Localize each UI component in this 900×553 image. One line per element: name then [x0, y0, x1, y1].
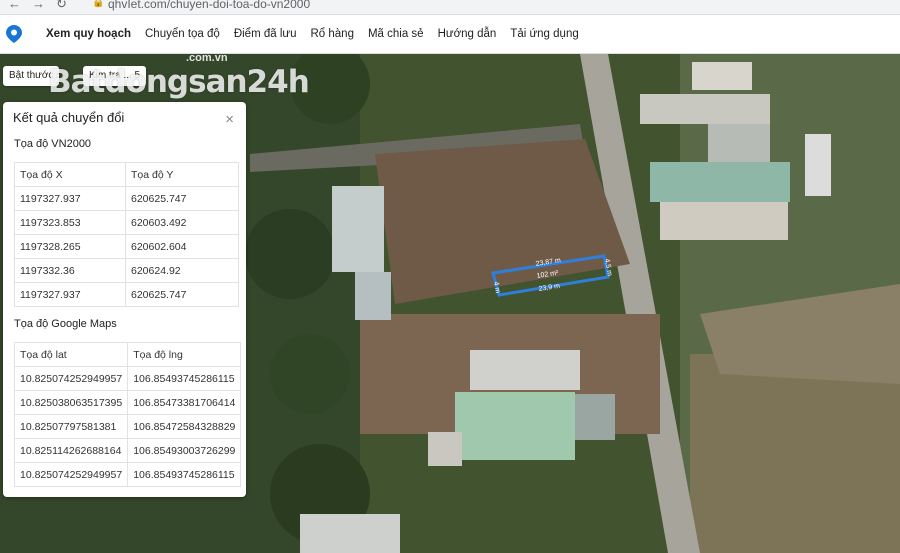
conversion-result-panel: Kết quả chuyển đổi × Tọa độ VN2000 Tọa đ… [3, 102, 246, 497]
y-cell: 620625.747 [125, 282, 239, 307]
reload-icon[interactable]: ↻ [56, 0, 67, 12]
table-row: 1197323.853 620603.492 [14, 210, 239, 235]
y-cell: 620603.492 [125, 210, 239, 235]
back-arrow-icon[interactable]: ← [8, 0, 21, 11]
column-header: Tọa độ Y [125, 162, 239, 187]
table-row: 10.825074252949957 106.85493745286115 [13, 462, 242, 487]
table-row: 10.825114262688164 106.85493003726299 [13, 438, 242, 463]
lock-icon: 🔒 [92, 0, 105, 8]
lat-cell: 10.825114262688164 [13, 438, 129, 463]
plot-right-dimension: 4,5 m [603, 258, 613, 277]
column-header: Tọa độ X [14, 162, 126, 187]
lng-cell: 106.85493745286115 [127, 366, 242, 391]
column-header: Tọa độ lat [13, 342, 129, 367]
lng-cell: 106.85473381706414 [127, 390, 242, 415]
browser-address-bar: ← → ↻ 🔒 qhvIet.com/chuyen-doi-toa-do-vn2… [0, 0, 900, 15]
x-cell: 1197327.937 [14, 282, 126, 307]
plot-bottom-dimension: 23,9 m [538, 283, 560, 293]
watermark-domain: .com.vn [186, 52, 228, 64]
x-cell: 1197328.265 [14, 234, 126, 259]
gmaps-section-title: Tọa độ Google Maps [14, 318, 117, 330]
menu-ro-hang[interactable]: Rổ hàng [310, 28, 353, 40]
plot-area-label: 102 m² [536, 270, 559, 280]
table-row: 1197327.937 620625.747 [14, 282, 239, 307]
lng-cell: 106.85493003726299 [127, 438, 242, 463]
gmaps-table: Tọa độ lat Tọa độ lng 10.825074252949957… [13, 342, 242, 487]
menu-ma-chia-se[interactable]: Mã chia sẻ [368, 28, 424, 40]
url-text[interactable]: qhvIet.com/chuyen-doi-toa-do-vn2000 [108, 0, 310, 11]
y-cell: 620602.604 [125, 234, 239, 259]
lng-cell: 106.85472584328829 [127, 414, 242, 439]
menu-diem-da-luu[interactable]: Điểm đã lưu [234, 28, 297, 40]
x-cell: 1197327.937 [14, 186, 126, 211]
panel-title: Kết quả chuyển đổi [13, 110, 125, 125]
lat-cell: 10.825038063517395 [13, 390, 129, 415]
table-row: 1197327.937 620625.747 [14, 186, 239, 211]
x-cell: 1197332.36 [14, 258, 126, 283]
table-row: 10.825074252949957 106.85493745286115 [13, 366, 242, 391]
table-row: 10.825038063517395 106.85473381706414 [13, 390, 242, 415]
y-cell: 620625.747 [125, 186, 239, 211]
column-header: Tọa độ lng [127, 342, 242, 367]
watermark-text: Batdongsan24h [48, 64, 310, 100]
vn2000-table: Tọa độ X Tọa độ Y 1197327.937 620625.747 … [14, 162, 239, 307]
menu-huong-dan[interactable]: Hướng dẫn [438, 28, 497, 40]
menu-xem-quy-hoach[interactable]: Xem quy hoạch [46, 28, 131, 40]
top-navigation: Xem quy hoạch Chuyển tọa độ Điểm đã lưu … [0, 15, 900, 54]
map-pin-logo-icon[interactable] [6, 25, 22, 43]
close-icon[interactable]: × [225, 111, 234, 128]
table-row: 10.82507797581381 106.85472584328829 [13, 414, 242, 439]
lat-cell: 10.825074252949957 [13, 462, 129, 487]
forward-arrow-icon[interactable]: → [32, 0, 45, 11]
lat-cell: 10.82507797581381 [13, 414, 129, 439]
menu-tai-ung-dung[interactable]: Tải ứng dụng [510, 28, 578, 40]
x-cell: 1197323.853 [14, 210, 126, 235]
table-header-row: Tọa độ lat Tọa độ lng [13, 342, 242, 367]
lat-cell: 10.825074252949957 [13, 366, 129, 391]
table-row: 1197332.36 620624.92 [14, 258, 239, 283]
plot-top-dimension: 23,87 m [535, 257, 561, 268]
y-cell: 620624.92 [125, 258, 239, 283]
menu-chuyen-toa-do[interactable]: Chuyển tọa độ [145, 28, 220, 40]
main-menu: Xem quy hoạch Chuyển tọa độ Điểm đã lưu … [46, 15, 593, 53]
table-header-row: Tọa độ X Tọa độ Y [14, 162, 239, 187]
vn2000-section-title: Tọa độ VN2000 [14, 138, 92, 150]
lng-cell: 106.85493745286115 [127, 462, 242, 487]
plot-left-dimension: 4 m [492, 281, 501, 294]
table-row: 1197328.265 620602.604 [14, 234, 239, 259]
